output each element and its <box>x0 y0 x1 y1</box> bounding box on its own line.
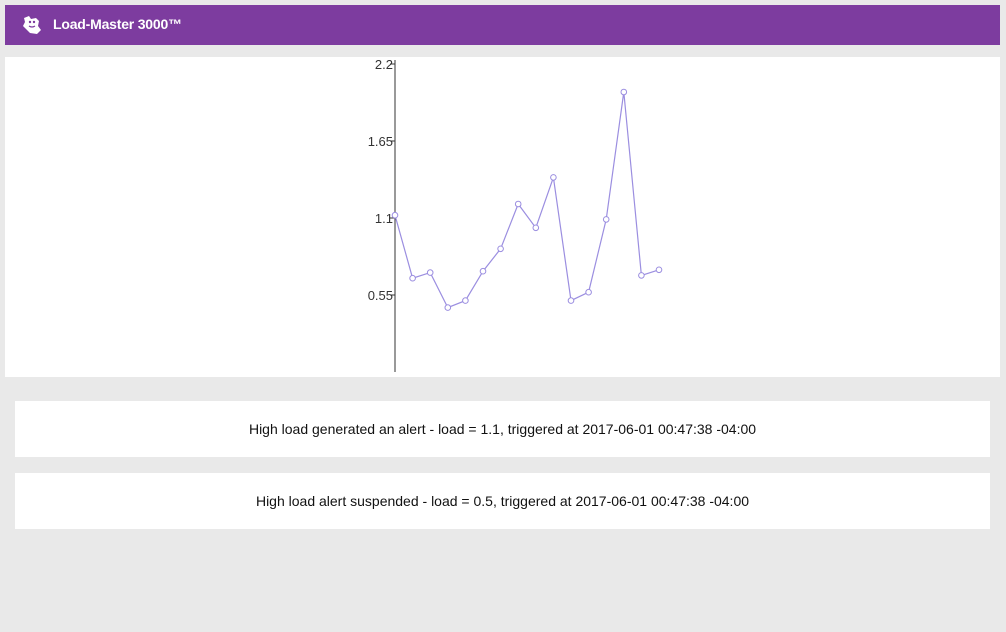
alert-message: High load alert suspended - load = 0.5, … <box>255 493 750 509</box>
app-title: Load-Master 3000™ <box>53 16 182 32</box>
data-point[interactable] <box>585 288 592 296</box>
app-header: Load-Master 3000™ <box>5 5 1000 45</box>
load-chart-panel: 0.55 1.1 1.65 2.2 <box>5 57 1000 377</box>
data-point[interactable] <box>655 266 663 274</box>
y-tick-label: 0.55 <box>368 288 393 303</box>
y-tick-label: 2.2 <box>375 57 393 72</box>
data-point[interactable] <box>497 245 504 253</box>
datadog-dog-icon <box>23 16 41 34</box>
data-point[interactable] <box>567 297 575 304</box>
y-tick-label: 1.65 <box>368 134 393 149</box>
data-point[interactable] <box>479 267 487 275</box>
data-point[interactable] <box>514 200 522 208</box>
data-point[interactable] <box>602 216 610 223</box>
alert-card-generated: High load generated an alert - load = 1.… <box>15 401 990 457</box>
data-point[interactable] <box>638 272 645 279</box>
data-point[interactable] <box>391 211 399 219</box>
data-point[interactable] <box>550 174 557 181</box>
data-point[interactable] <box>462 297 469 304</box>
y-tick-label: 1.1 <box>375 211 393 226</box>
load-series-line <box>394 91 660 309</box>
load-line-chart: 0.55 1.1 1.65 2.2 <box>368 57 663 372</box>
alert-card-suspended: High load alert suspended - load = 0.5, … <box>15 473 990 529</box>
data-point[interactable] <box>620 88 628 96</box>
alert-message: High load generated an alert - load = 1.… <box>248 421 757 437</box>
data-point[interactable] <box>426 269 434 276</box>
data-point[interactable] <box>532 224 540 232</box>
data-point[interactable] <box>444 304 452 311</box>
data-point[interactable] <box>409 274 416 282</box>
